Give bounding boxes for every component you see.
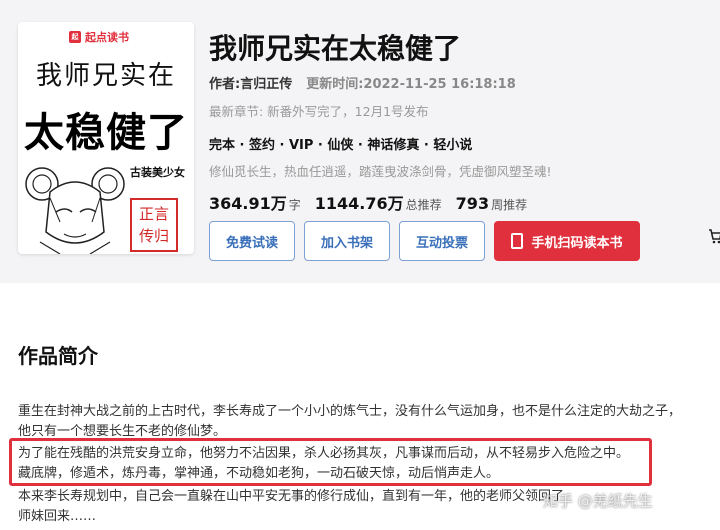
stat-weekly-recommend: 793 周推荐	[456, 194, 527, 213]
book-short-description: 修仙觅长生，热血任逍遥，踏莲曳波涤剑骨，凭虚御风塑圣魂!	[209, 164, 552, 179]
author-link[interactable]: 言归正传	[240, 77, 292, 92]
book-stats: 364.91万字 1144.76万 总推荐 793 周推荐	[209, 190, 527, 214]
stat-value: 364.91万	[209, 194, 287, 213]
intro-line: 重生在封神大战之前的上古时代，李长寿成了一个小小的炼气士，没有什么气运加身，也不…	[18, 404, 682, 419]
cover-title-line1: 我师兄实在	[35, 61, 176, 91]
cover-character-illustration	[25, 167, 125, 254]
cover-tagline: 古装美少女	[130, 166, 185, 179]
highlight-box	[9, 438, 652, 486]
free-trial-button[interactable]: 免费试读	[209, 221, 295, 261]
stat-unit: 总推荐	[405, 198, 442, 212]
updated-time: 2022-11-25 16:18:18	[363, 77, 516, 92]
add-to-shelf-button[interactable]: 加入书架	[304, 221, 390, 261]
stat-unit: 周推荐	[491, 198, 528, 212]
qidian-logo-icon: 起点	[69, 31, 81, 53]
book-tags: 完本 · 签约 · VIP · 仙侠 · 神话修真 · 轻小说	[209, 138, 473, 153]
book-meta: 作者:言归正传 更新时间:2022-11-25 16:18:18	[209, 73, 516, 92]
cover-seal: 正言 传归	[130, 198, 178, 252]
book-title: 我师兄实在太稳健了	[209, 32, 462, 65]
author-label: 作者:	[209, 77, 241, 92]
stat-word-count: 364.91万字	[209, 190, 301, 214]
cover-title-line2: 太稳健了	[24, 110, 188, 156]
scan-to-read-label: 手机扫码读本书	[531, 235, 623, 251]
stat-value: 793	[455, 194, 490, 213]
cover-seal-line1: 正言	[138, 205, 169, 223]
interactive-vote-button[interactable]: 互动投票	[399, 221, 485, 261]
intro-heading: 作品简介	[18, 344, 98, 368]
scan-to-read-button[interactable]: 手机扫码读本书	[494, 221, 640, 261]
cover-logo: 起点 起点读书	[69, 29, 129, 53]
stat-total-recommend: 1144.76万 总推荐	[315, 190, 442, 214]
book-cover[interactable]: 起点 起点读书 我师兄实在 太稳健了 古装美少女 正言 传归	[18, 22, 194, 254]
stat-unit: 字	[288, 198, 301, 212]
zhihu-watermark: 知乎 @羌纸先生	[543, 492, 653, 510]
cart-icon[interactable]	[708, 228, 720, 249]
updated-label: 更新时间:	[306, 77, 364, 92]
latest-chapter-link[interactable]: 最新章节: 新番外写完了，12月1号发布	[209, 101, 429, 120]
update-info: 更新时间:2022-11-25 16:18:18	[306, 73, 516, 92]
phone-icon	[511, 233, 524, 249]
cover-logo-text: 起点读书	[85, 31, 129, 44]
stat-value: 1144.76万	[314, 194, 404, 213]
author-info: 作者:言归正传	[209, 73, 292, 92]
cover-seal-line2: 传归	[138, 227, 169, 245]
